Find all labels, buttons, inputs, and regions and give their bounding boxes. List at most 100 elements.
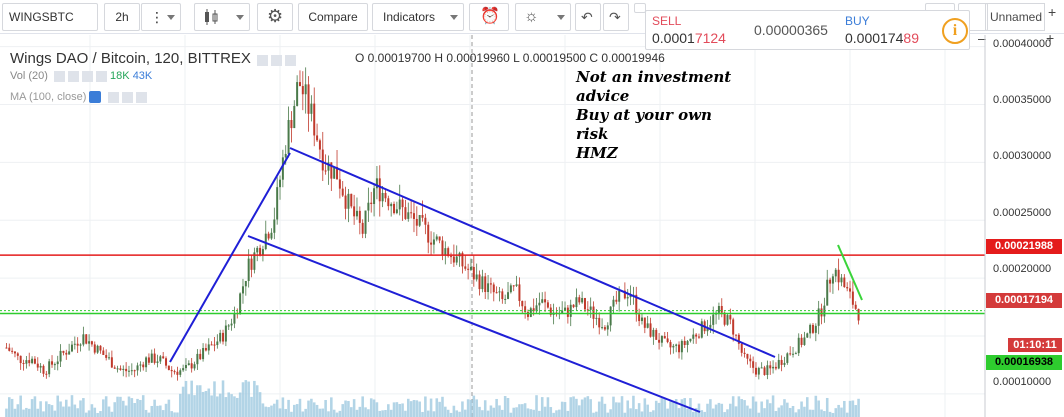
candle-body [820,308,823,317]
candle-body [524,306,527,312]
buy-label[interactable]: BUY [845,14,870,28]
ideas-button[interactable]: ☼ [515,3,571,31]
sell-price-main: 0.0001 [652,30,695,46]
volume-bar [472,395,476,417]
volume-bar [173,412,176,417]
volume-bar [341,404,345,417]
symbol-input[interactable]: WINGSBTC [2,3,98,31]
candle-body [749,358,752,362]
chart-title: Wings DAO / Bitcoin, 120, BITTREX [10,50,251,67]
lightbulb-icon: ☼ [524,8,539,25]
volume-bar [597,401,601,417]
interval-selector[interactable]: 2h [104,3,140,31]
volume-bar [292,404,296,417]
candle-body [438,236,441,241]
candle-body [284,153,287,158]
volume-bar [672,401,675,417]
info-icon[interactable]: i [942,18,968,44]
candle-body [187,363,190,366]
alert-button[interactable]: ⏰ [469,3,509,31]
volume-bar [156,405,159,417]
chart-grid [0,35,985,417]
volume-bar [786,402,789,417]
candle-body [544,299,547,303]
ma-label[interactable]: MA (100, close) [10,91,86,103]
candle-body [797,337,800,354]
volume-bar [338,410,342,417]
candle-body [373,188,376,205]
volume-bar [546,397,550,417]
price-chart[interactable] [0,35,1064,417]
sell-price[interactable]: 0.00017124 [652,30,726,46]
candle-body [105,354,108,358]
legend-icons[interactable] [254,53,297,67]
volume-bar [526,408,530,417]
candle-body [8,347,11,351]
volume-label[interactable]: Vol (20) [10,70,48,82]
candle-body [695,334,698,337]
resistance-price-tag: 0.00021988 [986,239,1062,254]
volume-bar [230,394,233,417]
candle-body [772,366,775,369]
buy-price[interactable]: 0.00017489 [845,30,919,46]
compare-button[interactable]: Compare [298,3,368,31]
candle-body [672,345,675,348]
volume-legend-icons[interactable] [51,70,107,82]
candle-body [341,188,344,196]
candle-body [102,350,105,355]
layout-name[interactable]: Unnamed [985,3,1045,31]
volume-bar [196,385,199,417]
volume-bar [572,396,575,417]
candle-body [48,361,51,375]
volume-bar [136,398,139,417]
candle-body [803,337,806,345]
volume-bar [364,407,367,417]
interval-menu-button[interactable]: ⋮ [141,3,181,31]
volume-bar [204,390,208,417]
indicators-button[interactable]: Indicators [372,3,464,31]
candle-body [444,248,447,255]
chart-style-button[interactable] [194,3,250,31]
candle-body [33,358,36,364]
candle-body [16,353,19,356]
annotation-text: Not an investment advice Buy at your own… [576,68,731,163]
candle-body [455,256,458,263]
volume-bar [512,407,516,417]
volume-bar [586,396,590,417]
candle-body [56,361,59,365]
candle-body [28,360,31,364]
volume-bar [290,411,293,417]
chevron-down-icon [236,15,244,20]
undo-button[interactable]: ↶ [575,3,601,31]
candle-body [5,347,8,349]
volume-bar [113,402,117,417]
redo-icon: ↷ [609,9,621,25]
volume-bar [244,380,248,417]
volume-bar [520,404,524,417]
annotation-line: advice [576,87,630,105]
candle-body [843,277,846,288]
sell-label[interactable]: SELL [652,14,681,28]
add-icon[interactable]: + [1048,4,1056,20]
volume-bar [569,397,573,417]
settings-button[interactable]: ⚙ [257,3,293,31]
volume-bar [777,407,781,417]
candle-body [401,199,404,208]
volume-bar [606,412,610,417]
volume-bar [466,399,470,417]
redo-button[interactable]: ↷ [603,3,629,31]
volume-bar [629,408,632,417]
ma-legend-icons[interactable] [105,91,147,103]
volume-bar [620,396,624,417]
volume-bar [218,393,222,417]
volume-bar [723,412,726,417]
volume-bar [760,401,763,417]
candle-body [119,368,122,370]
price-tick: 0.00030000 [993,150,1052,162]
volume-bar [461,401,464,417]
volume-bar [258,392,262,417]
volume-bar [401,403,404,417]
volume-bar [452,405,456,417]
eye-icon[interactable] [89,91,102,104]
volume-bar [104,396,108,417]
